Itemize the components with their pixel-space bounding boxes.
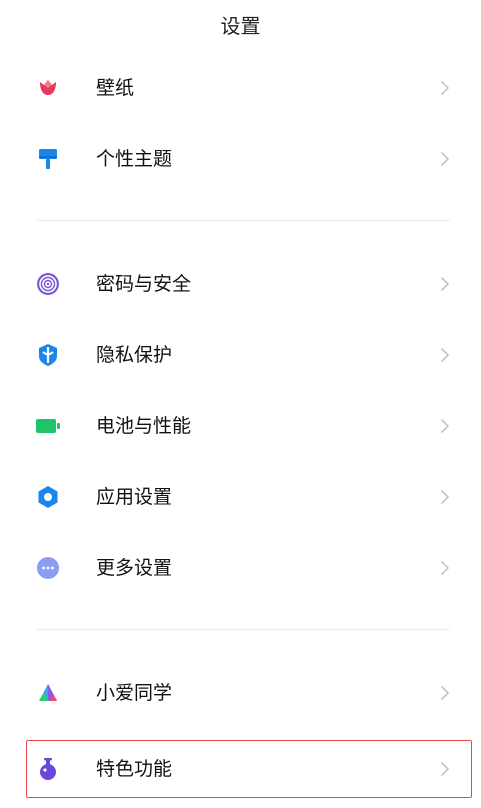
settings-screen: 设置 壁纸 个性主题 密码与安全 隐私保护 电池与性能 应用设置 更多设置 小爱… [0, 0, 481, 808]
settings-item-privacy[interactable]: 隐私保护 [0, 327, 481, 383]
settings-item-label: 隐私保护 [96, 344, 173, 366]
settings-item-password-security[interactable]: 密码与安全 [0, 256, 481, 312]
settings-item-app-settings[interactable]: 应用设置 [0, 469, 481, 525]
xiaoai-assistant-icon [36, 681, 60, 705]
chevron-right-icon [441, 348, 449, 362]
settings-item-label: 密码与安全 [96, 273, 192, 295]
settings-item-label: 个性主题 [96, 148, 173, 170]
chevron-right-icon [441, 561, 449, 575]
page-title: 设置 [220, 14, 261, 38]
settings-item-wallpaper[interactable]: 壁纸 [0, 60, 481, 116]
settings-item-label: 更多设置 [96, 557, 173, 579]
settings-item-label: 小爱同学 [96, 682, 173, 704]
chevron-right-icon [441, 81, 449, 95]
chevron-right-icon [441, 686, 449, 700]
shield-icon [36, 343, 60, 367]
gear-icon [36, 485, 60, 509]
battery-icon [36, 414, 60, 438]
settings-item-battery-performance[interactable]: 电池与性能 [0, 398, 481, 454]
tulip-icon [36, 76, 60, 100]
settings-item-label: 应用设置 [96, 486, 173, 508]
section-divider [36, 220, 450, 221]
chevron-right-icon [441, 490, 449, 504]
settings-item-label: 壁纸 [96, 77, 135, 99]
more-dots-icon [36, 556, 60, 580]
chevron-right-icon [441, 152, 449, 166]
settings-item-xiaoai[interactable]: 小爱同学 [0, 665, 481, 721]
chevron-right-icon [441, 419, 449, 433]
paintbrush-icon [36, 147, 60, 171]
settings-item-more-settings[interactable]: 更多设置 [0, 540, 481, 596]
fingerprint-icon [36, 272, 60, 296]
chevron-right-icon [441, 277, 449, 291]
section-divider [36, 629, 450, 630]
settings-item-label: 电池与性能 [96, 415, 192, 437]
settings-item-themes[interactable]: 个性主题 [0, 131, 481, 187]
highlight-box [26, 740, 472, 798]
